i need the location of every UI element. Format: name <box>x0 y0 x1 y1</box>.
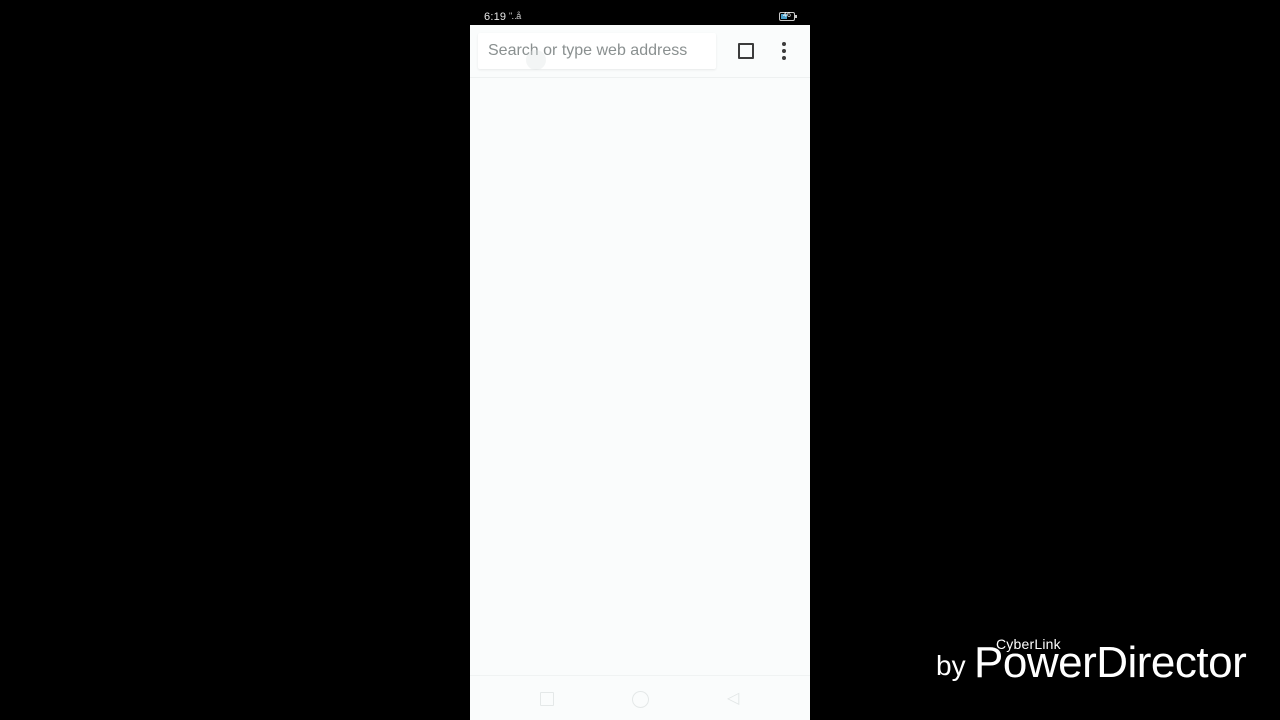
back-button[interactable]: ◁ <box>721 686 747 712</box>
video-frame: 6:19 "‥å 46 Search or type web address ◁… <box>0 0 1280 720</box>
battery-text: 46 <box>783 12 791 19</box>
touch-ripple <box>526 50 546 70</box>
navigation-bar: ◁ <box>470 675 810 720</box>
square-icon <box>540 692 554 706</box>
menu-dot <box>782 49 786 53</box>
signal-icon: "‥å <box>509 11 521 21</box>
phone-screen: 6:19 "‥å 46 Search or type web address ◁ <box>470 0 810 720</box>
watermark: CyberLink by PowerDirector <box>936 636 1256 696</box>
watermark-by: by <box>936 650 966 681</box>
status-bar: 6:19 "‥å 46 <box>470 0 810 25</box>
menu-button[interactable] <box>770 36 798 66</box>
browser-toolbar <box>470 25 810 78</box>
recents-button[interactable] <box>534 686 560 712</box>
page-content[interactable] <box>470 78 810 675</box>
omnibox[interactable] <box>478 33 716 70</box>
watermark-product: PowerDirector <box>974 638 1247 687</box>
search-input[interactable] <box>478 33 716 69</box>
square-outline-icon <box>738 43 754 59</box>
triangle-back-icon: ◁ <box>727 690 740 707</box>
status-time: 6:19 <box>484 11 507 23</box>
menu-dot <box>782 42 786 46</box>
tab-switcher-button[interactable] <box>728 36 764 66</box>
menu-dot <box>782 56 786 60</box>
battery-icon: 46 <box>779 12 797 21</box>
home-button[interactable] <box>627 686 653 712</box>
circle-icon <box>632 691 649 708</box>
